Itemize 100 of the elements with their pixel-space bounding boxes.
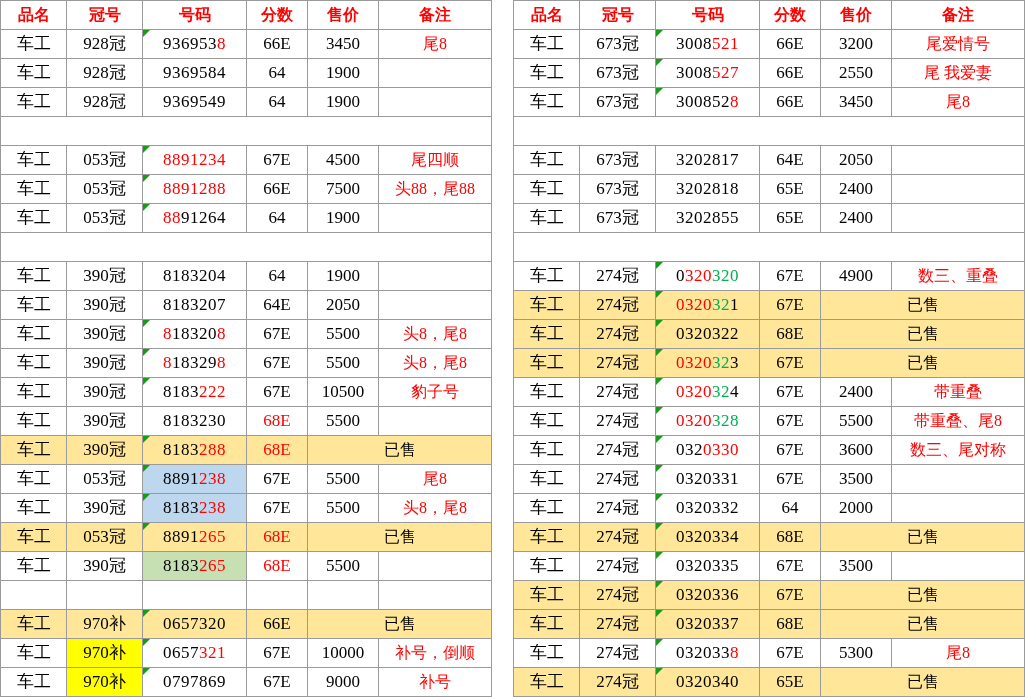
table-cell: 0320322: [655, 319, 760, 349]
table-cell: 274冠: [579, 290, 656, 320]
table-cell: 274冠: [579, 406, 656, 436]
table-cell: 8891288: [142, 174, 247, 204]
table-cell: 8183207: [142, 290, 247, 320]
table-cell: 5500: [307, 319, 379, 349]
column-header: 号码: [142, 0, 247, 30]
table-cell: 66E: [246, 174, 308, 204]
table-cell: 尾8: [891, 638, 1025, 668]
table-cell: 274冠: [579, 580, 656, 610]
table-cell: 673冠: [579, 58, 656, 88]
table-cell: 车工: [0, 203, 67, 233]
table-cell: 补号: [378, 667, 492, 697]
table-cell: 673冠: [579, 203, 656, 233]
table-cell: 车工: [513, 145, 580, 175]
table-cell: 66E: [246, 29, 308, 59]
table-cell: 0320328: [655, 406, 760, 436]
table-cell: 车工: [0, 493, 67, 523]
column-header: 售价: [307, 0, 379, 30]
table-cell: 数三、重叠: [891, 261, 1025, 291]
table-cell: 已售: [820, 290, 1025, 320]
table-cell: 8891238: [142, 464, 247, 494]
table-cell: 5500: [820, 406, 892, 436]
table-cell: 0320335: [655, 551, 760, 581]
table-cell: 8183222: [142, 377, 247, 407]
table-cell: 0320334: [655, 522, 760, 552]
table-cell: 274冠: [579, 261, 656, 291]
table-cell: 数三、尾对称: [891, 435, 1025, 465]
table-cell: 车工: [0, 145, 67, 175]
table-cell: 车工: [513, 174, 580, 204]
table-cell: 0320320: [655, 261, 760, 291]
table-cell: 已售: [307, 522, 492, 552]
table-cell: 0320337: [655, 609, 760, 639]
table-cell: 3202855: [655, 203, 760, 233]
column-header: 品名: [0, 0, 67, 30]
table-cell: 673冠: [579, 87, 656, 117]
table-cell: 67E: [246, 348, 308, 378]
table-cell: 头8，尾8: [378, 348, 492, 378]
table-cell: 67E: [246, 464, 308, 494]
table-cell: 尾8: [378, 464, 492, 494]
table-cell: 67E: [246, 667, 308, 697]
table-cell: 390冠: [66, 261, 143, 291]
table-cell: 3008527: [655, 58, 760, 88]
table-cell: 已售: [820, 319, 1025, 349]
table-cell: 64: [759, 493, 821, 523]
table-cell: 车工: [513, 580, 580, 610]
column-header: 品名: [513, 0, 580, 30]
table-cell: 390冠: [66, 406, 143, 436]
table-cell: 2400: [820, 203, 892, 233]
table-cell: 67E: [246, 145, 308, 175]
table-cell: 1900: [307, 203, 379, 233]
table-cell: 已售: [307, 609, 492, 639]
table-cell: 尾 我爱妻: [891, 58, 1025, 88]
table-cell: 67E: [759, 261, 821, 291]
table-cell: 车工: [0, 609, 67, 639]
table-cell: 9369549: [142, 87, 247, 117]
table-cell: 车工: [0, 174, 67, 204]
table-cell: 67E: [759, 580, 821, 610]
table-cell: 8183204: [142, 261, 247, 291]
table-cell: 65E: [759, 174, 821, 204]
table-cell: 车工: [0, 435, 67, 465]
table-cell: 8891265: [142, 522, 247, 552]
table-cell: 10000: [307, 638, 379, 668]
table-cell: 8183265: [142, 551, 247, 581]
table-cell: 2400: [820, 377, 892, 407]
table-cell: 66E: [759, 58, 821, 88]
table-cell: 0657320: [142, 609, 247, 639]
table-cell: 3202817: [655, 145, 760, 175]
column-header: 冠号: [66, 0, 143, 30]
table-cell: 274冠: [579, 464, 656, 494]
table-cell: 68E: [246, 522, 308, 552]
table-cell: 0320321: [655, 290, 760, 320]
table-cell: 车工: [0, 667, 67, 697]
table-cell: 67E: [246, 377, 308, 407]
table-cell: 970补: [66, 667, 143, 697]
table-cell: 67E: [246, 638, 308, 668]
table-cell: 车工: [0, 522, 67, 552]
table-cell: 390冠: [66, 319, 143, 349]
table-cell: 053冠: [66, 522, 143, 552]
table-cell: 车工: [0, 551, 67, 581]
table-cell: 65E: [759, 203, 821, 233]
table-cell: 车工: [513, 290, 580, 320]
table-cell: 车工: [0, 464, 67, 494]
table-cell: 5300: [820, 638, 892, 668]
table-cell: 带重叠: [891, 377, 1025, 407]
table-cell: 67E: [759, 406, 821, 436]
table-cell: 已售: [820, 348, 1025, 378]
table-cell: 274冠: [579, 435, 656, 465]
table-cell: 3450: [307, 29, 379, 59]
column-header: 备注: [891, 0, 1025, 30]
table-cell: 67E: [246, 319, 308, 349]
table-cell: 7500: [307, 174, 379, 204]
table-cell: 64E: [759, 145, 821, 175]
table-cell: 车工: [0, 261, 67, 291]
table-cell: 2050: [307, 290, 379, 320]
table-cell: 车工: [513, 319, 580, 349]
table-cell: 66E: [759, 29, 821, 59]
table-cell: 3450: [820, 87, 892, 117]
table-cell: 8183288: [142, 435, 247, 465]
table-cell: 已售: [307, 435, 492, 465]
